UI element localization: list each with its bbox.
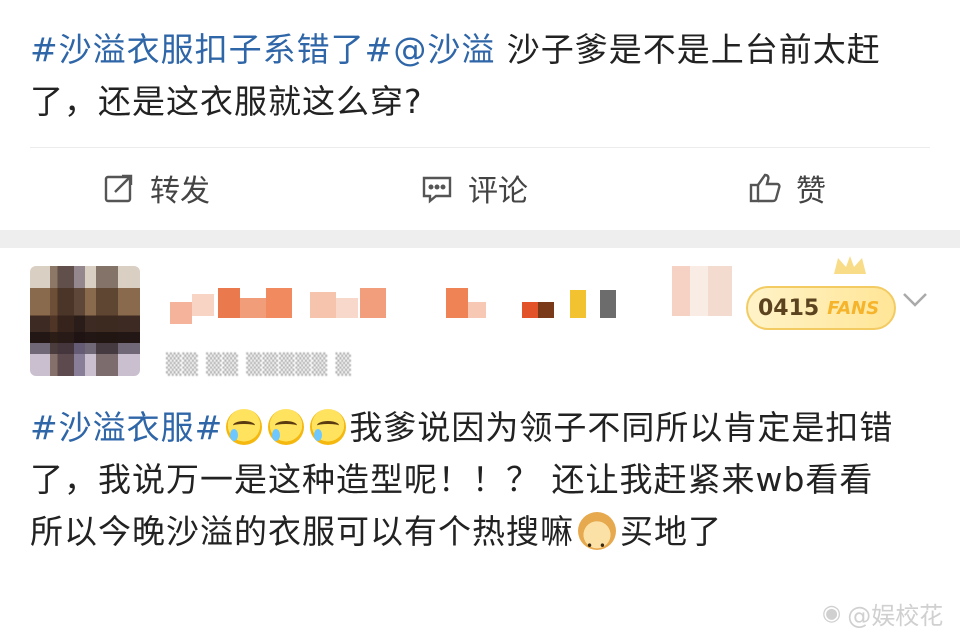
comment-icon	[422, 176, 452, 204]
like-icon	[749, 173, 781, 203]
comment-text: #沙溢衣服# 我爹说因为领子不同所以肯定是扣错了，我说万一是这种造型呢！！？ 还让…	[30, 402, 940, 572]
comment-button[interactable]: 评论	[420, 160, 528, 216]
hashtag-link[interactable]: #沙溢衣服扣子系错了#	[30, 30, 393, 69]
comment-post: 0415 FANS ▒▒ ▒▒ ▒▒▒▒▒ ▒ #沙溢衣服# 我爹说因为领子不同所…	[0, 248, 960, 634]
laugh-cry-emoji	[226, 409, 263, 445]
post-meta-blurred: ▒▒ ▒▒ ▒▒▒▒▒ ▒	[166, 352, 352, 376]
comment-body-line2a: 所以今晚沙溢的衣服可以有个热搜嘛	[30, 512, 574, 551]
crown-icon	[834, 256, 866, 274]
like-button[interactable]: 赞	[748, 160, 826, 216]
username-pixelated[interactable]	[170, 288, 640, 328]
top-post: #沙溢衣服扣子系错了#@沙溢 沙子爹是不是上台前太赶了，还是这衣服就这么穿? 转…	[0, 0, 960, 230]
chevron-down-icon[interactable]	[900, 288, 930, 310]
laugh-cry-emoji	[310, 409, 347, 445]
repost-button[interactable]: 转发	[102, 160, 210, 216]
section-gap	[0, 230, 960, 248]
laugh-cry-emoji	[268, 409, 305, 445]
mention-link[interactable]: @沙溢	[393, 30, 495, 69]
fan-badge-label: FANS	[827, 297, 880, 319]
repost-label: 转发	[150, 174, 210, 209]
action-bar: 转发 评论 赞	[0, 160, 960, 216]
like-label: 赞	[796, 174, 826, 209]
comment-body-line2b: 买地了	[620, 512, 722, 551]
repost-icon	[104, 174, 133, 203]
hashtag-link[interactable]: #沙溢衣服#	[30, 408, 223, 447]
fan-badge-number: 0415	[758, 295, 820, 321]
comment-label: 评论	[468, 174, 528, 209]
fan-badge-area[interactable]: 0415 FANS	[672, 266, 902, 336]
weibo-logo-icon: ◉	[822, 601, 842, 626]
top-post-text: #沙溢衣服扣子系错了#@沙溢 沙子爹是不是上台前太赶了，还是这衣服就这么穿?	[30, 24, 930, 128]
doge-emoji	[578, 512, 616, 572]
fan-badge[interactable]: 0415 FANS	[746, 286, 896, 330]
divider	[30, 147, 930, 148]
avatar[interactable]	[30, 266, 140, 376]
watermark-text: @娱校花	[847, 602, 944, 630]
badge-title-pixelated	[672, 266, 732, 316]
watermark: ◉ @娱校花	[822, 596, 943, 631]
